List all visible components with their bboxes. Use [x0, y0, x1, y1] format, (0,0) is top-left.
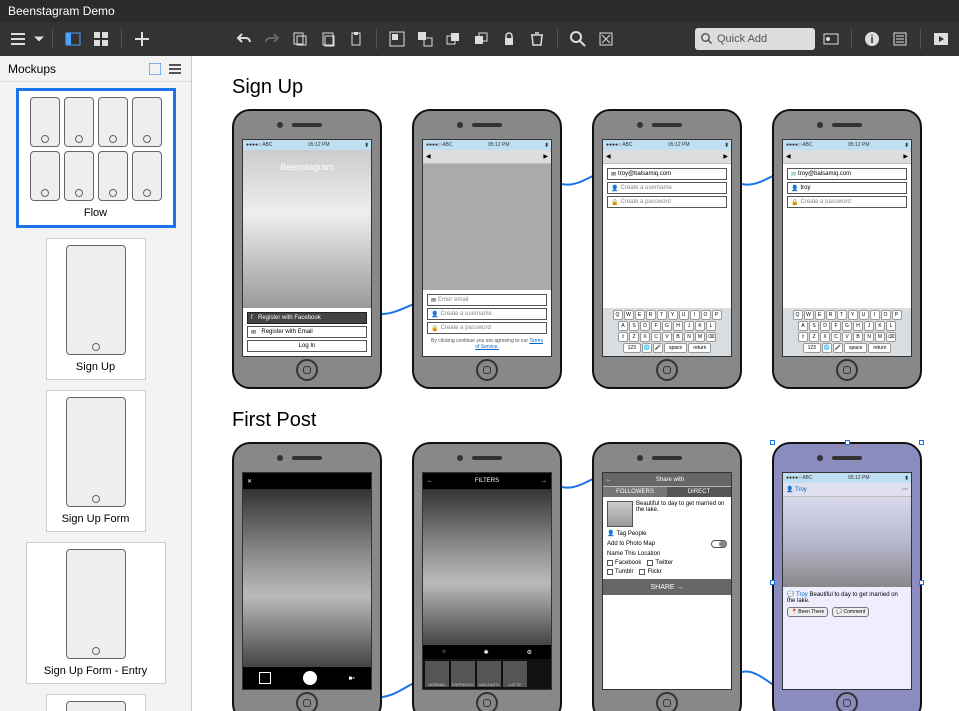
bring-front-icon[interactable] [441, 27, 465, 51]
name-location[interactable]: Name This Location [607, 551, 727, 557]
map-toggle[interactable] [711, 540, 727, 548]
email-input[interactable]: ✉ troy@balsamiq.com [787, 168, 907, 180]
copy-icon[interactable] [288, 27, 312, 51]
mock-share[interactable]: ←Share with FOLLOWERSDIRECT Beautiful to… [592, 442, 742, 711]
comment-button[interactable]: 💬 Comment [832, 607, 869, 617]
thumb-label: Sign Up Form - Entry [33, 663, 159, 677]
caption-text[interactable]: Beautiful to day to get married on the l… [636, 501, 727, 527]
chk-facebook[interactable]: Facebook [607, 560, 641, 566]
feed-image [783, 497, 911, 587]
thumb-more[interactable] [46, 694, 146, 711]
mock-signup-form[interactable]: ●●●●○ ABC05:12 PM▮ ◀▶ ✉ Enter email 👤 Cr… [412, 109, 562, 389]
video-icon[interactable]: ■⁍ [348, 675, 355, 682]
keyboard: QWERTYUIOPASDFGHJKL⇧ZXCVBNM⌫ 123🌐🎤spacer… [783, 308, 911, 356]
quick-add-input[interactable]: Quick Add [695, 28, 815, 50]
thumb-label: Sign Up Form [53, 511, 139, 525]
username-input[interactable]: 👤 troy [787, 182, 907, 194]
navigator-sidebar: Mockups Flow Sign Up Sign Up Form [0, 56, 192, 711]
been-there-button[interactable]: 📍 Been There [787, 607, 828, 617]
markup-toggle-icon[interactable] [594, 27, 618, 51]
chk-twitter[interactable]: Twitter [647, 560, 673, 566]
title-bar: Beenstagram Demo [0, 0, 959, 22]
quick-add-placeholder: Quick Add [717, 33, 767, 45]
username-input[interactable]: 👤 Create a username [607, 182, 727, 194]
tag-people[interactable]: 👤 Tag People [607, 530, 727, 537]
thumb-signup-form-entry[interactable]: Sign Up Form - Entry [26, 542, 166, 684]
add-icon[interactable] [130, 27, 154, 51]
terms-text: By clicking continue you are agreeing to… [427, 336, 547, 352]
tab-followers[interactable]: FOLLOWERS [603, 487, 667, 497]
username-input[interactable]: 👤 Create a username [427, 308, 547, 320]
fullscreen-present-icon[interactable] [929, 27, 953, 51]
library-icon[interactable] [819, 27, 843, 51]
thumb-label: Flow [25, 205, 167, 219]
thumb-flow[interactable]: Flow [16, 88, 176, 228]
lock-icon[interactable] [497, 27, 521, 51]
zoom-icon[interactable] [566, 27, 590, 51]
email-input[interactable]: ✉ Enter email [427, 294, 547, 306]
mock-signup-form-entry[interactable]: ●●●●○ ABC05:12 PM▮ ◀▶ ✉ troy@balsamiq.co… [592, 109, 742, 389]
info-icon[interactable]: i [860, 27, 884, 51]
undo-icon[interactable] [232, 27, 256, 51]
app-title: Beenstagram Demo [8, 4, 115, 18]
properties-icon[interactable] [888, 27, 912, 51]
next-icon[interactable]: → [541, 478, 547, 484]
signup-row: ●●●●○ ABC05:12 PM▮ Beenstagram f Registe… [232, 109, 959, 389]
sidebar-title: Mockups [8, 62, 56, 76]
canvas[interactable]: Sign Up ●●●●○ ABC05:12 PM▮ Beenstagram f… [192, 56, 959, 711]
paste-icon[interactable] [316, 27, 340, 51]
main-toolbar: Quick Add i [0, 22, 959, 56]
filters-title: FILTERS [475, 478, 499, 484]
close-icon[interactable]: ✕ [247, 478, 252, 485]
email-input[interactable]: ✉ troy@balsamiq.com [607, 168, 727, 180]
fb-button[interactable]: f Register with Facebook [247, 312, 367, 324]
password-input[interactable]: 🔒 Create a password [607, 196, 727, 208]
chk-tumblr[interactable]: Tumblr [607, 569, 633, 575]
tab-direct[interactable]: DIRECT [667, 487, 731, 497]
thumb-signup[interactable]: Sign Up [46, 238, 146, 380]
back-icon[interactable]: ← [606, 477, 612, 483]
firstpost-row: ✕ ■⁍ ← FILTERS → [232, 442, 959, 711]
dropdown-caret-icon[interactable] [34, 27, 44, 51]
mock-signup-form-filled[interactable]: ●●●●○ ABC05:12 PM▮ ◀▶ ✉ troy@balsamiq.co… [772, 109, 922, 389]
clipboard-icon[interactable] [344, 27, 368, 51]
mock-filters[interactable]: ← FILTERS → ○✱⚙ NORMALESPRESSOMACHATOLAT… [412, 442, 562, 711]
send-back-icon[interactable] [469, 27, 493, 51]
mock-feed[interactable]: ●●●●○ ABC05:12 PM▮ 👤 Troy⋯ 💬 Troy Beauti… [772, 442, 922, 711]
back-icon[interactable]: ← [427, 478, 433, 484]
menu-icon[interactable] [6, 27, 30, 51]
grid-view-icon[interactable] [89, 27, 113, 51]
trash-icon[interactable] [525, 27, 549, 51]
hero-area: Beenstagram [243, 150, 371, 308]
thumb-signup-form[interactable]: Sign Up Form [46, 390, 146, 532]
gallery-icon[interactable] [259, 672, 271, 684]
group-icon[interactable] [385, 27, 409, 51]
mock-signup-splash[interactable]: ●●●●○ ABC05:12 PM▮ Beenstagram f Registe… [232, 109, 382, 389]
shutter-button[interactable] [303, 671, 317, 685]
password-input[interactable]: 🔒 Create a password [427, 322, 547, 334]
thumbnail-list: Flow Sign Up Sign Up Form Sign Up Form -… [0, 82, 191, 711]
feed-user[interactable]: Troy [795, 487, 807, 493]
filter-strip[interactable]: NORMALESPRESSOMACHATOLATTE [423, 659, 551, 689]
password-input[interactable]: 🔒 Create a password [787, 196, 907, 208]
redo-icon[interactable] [260, 27, 284, 51]
email-button[interactable]: ✉ Register with Email [247, 326, 367, 338]
section-title-firstpost: First Post [232, 409, 959, 432]
keyboard: QWERTYUIOPASDFGHJKL⇧ZXCVBNM⌫ 123🌐🎤spacer… [603, 308, 731, 356]
toggle-navigator-icon[interactable] [61, 27, 85, 51]
svg-text:i: i [870, 34, 873, 46]
thumb-label: Sign Up [53, 359, 139, 373]
list-view-icon[interactable] [167, 61, 183, 77]
sidebar-header: Mockups [0, 56, 191, 82]
share-button[interactable]: SHARE → [603, 579, 731, 595]
ungroup-icon[interactable] [413, 27, 437, 51]
chk-flickr[interactable]: Flickr [639, 569, 661, 575]
login-button[interactable]: Log In [247, 340, 367, 352]
thumbnail-view-icon[interactable] [147, 61, 163, 77]
mock-camera[interactable]: ✕ ■⁍ [232, 442, 382, 711]
section-title-signup: Sign Up [232, 76, 959, 99]
